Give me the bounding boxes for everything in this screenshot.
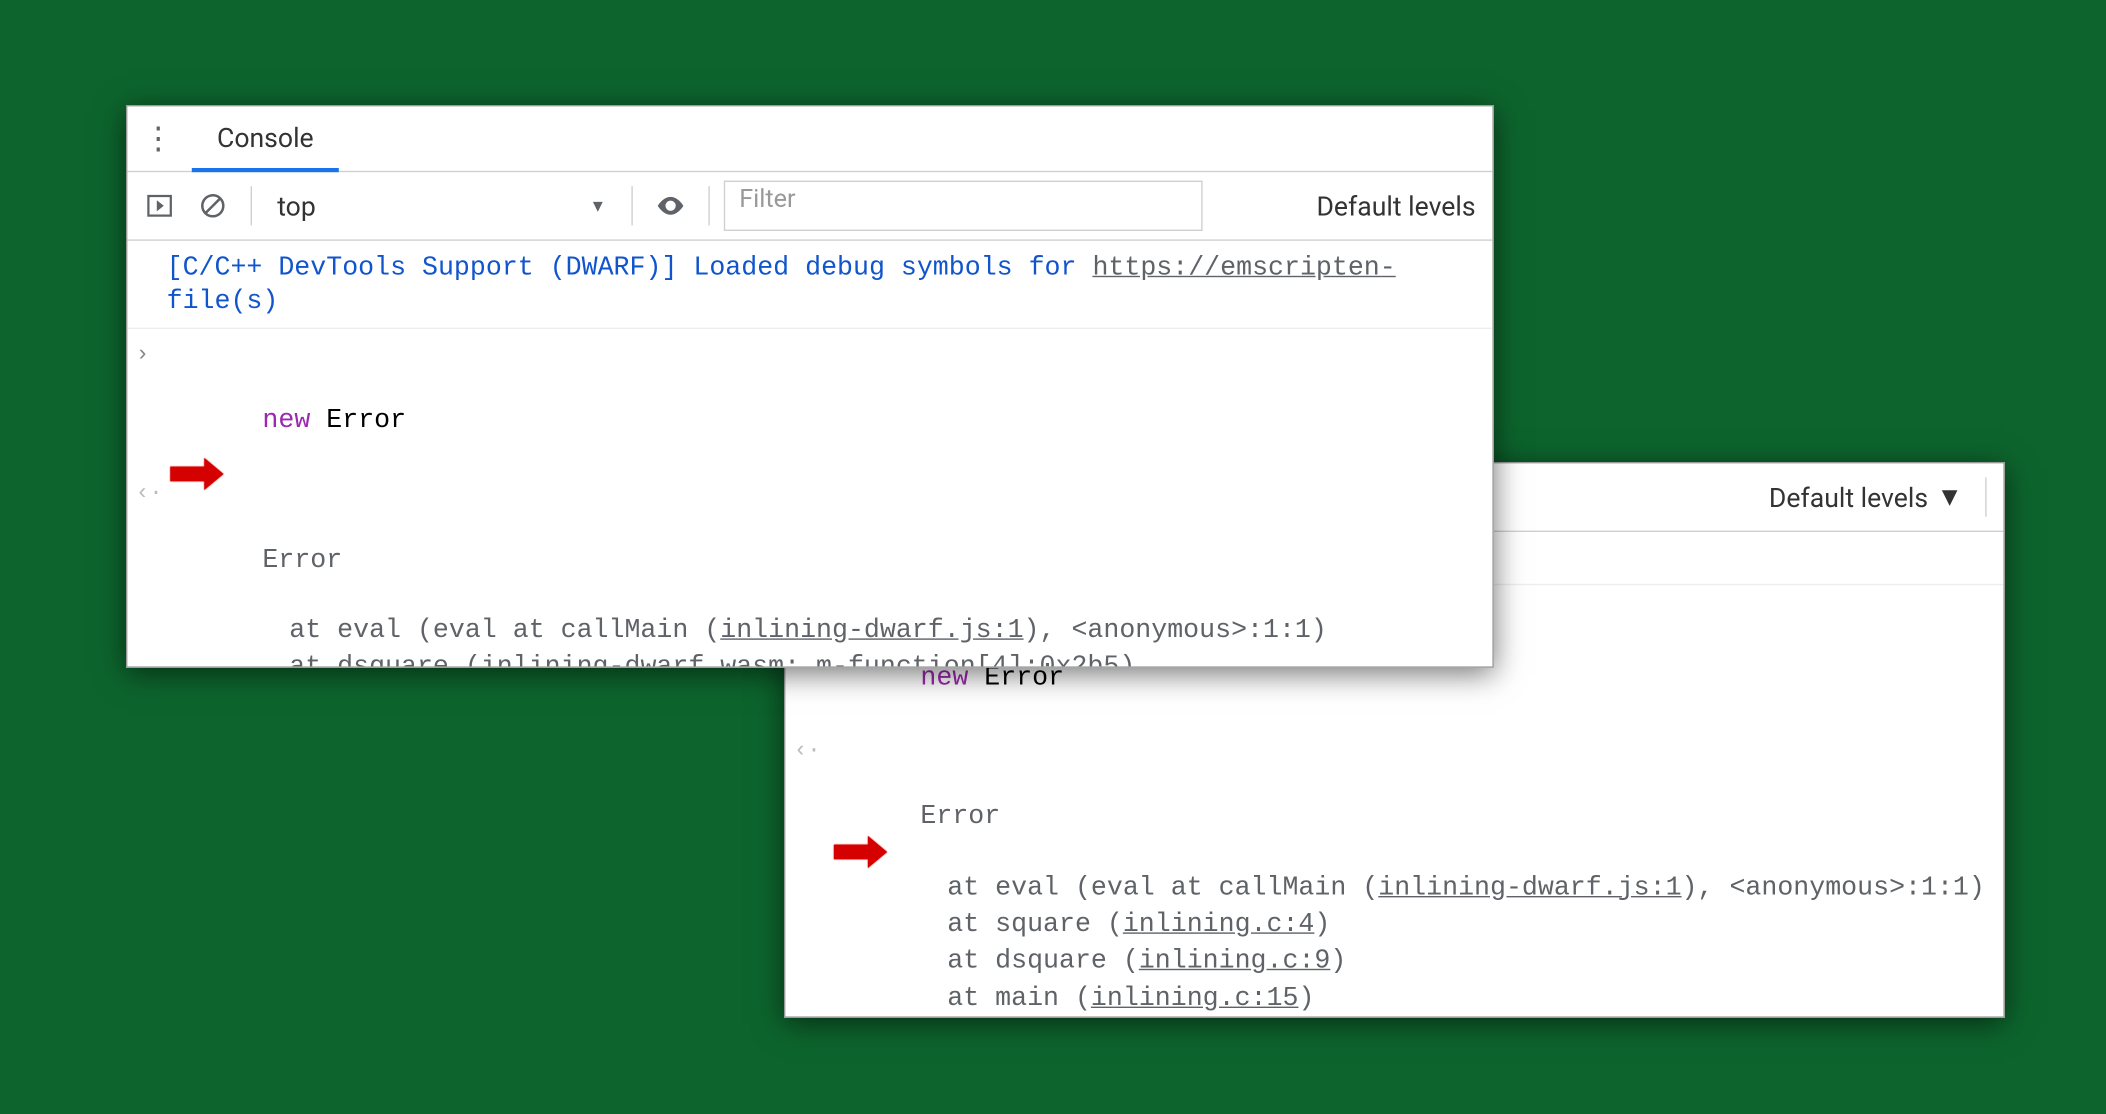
stack-frame-text: at square (	[883, 909, 1122, 940]
toggle-sidebar-button[interactable]	[136, 182, 184, 230]
stack-frame: at dsquare (inlining.c:9)	[785, 943, 2003, 980]
stack-frame: at square (inlining.c:4)	[785, 906, 2003, 943]
divider	[251, 186, 252, 225]
error-object: Error	[262, 544, 342, 575]
stack-frame-text: at dsquare (	[883, 946, 1138, 977]
stack-frame-text: )	[1314, 909, 1330, 940]
stack-frame: at dsquare (inlining-dwarf.wasm:…m-funct…	[127, 649, 1492, 668]
error-object: Error	[920, 801, 1000, 832]
console-log-area: [C/C++ DevTools Support (DWARF)] Loaded …	[127, 241, 1492, 668]
divider	[1985, 477, 1986, 516]
stack-frame-link[interactable]: inlining-dwarf.js:1	[1378, 872, 1681, 903]
stack-frame-text: at dsquare (	[225, 652, 480, 668]
divider	[631, 186, 632, 225]
stack-frame-text: ), <anonymous>:1:1)	[1024, 615, 1327, 646]
context-label: top	[277, 190, 316, 222]
stack-frame: at main (inlining.c:15)	[785, 980, 2003, 1017]
filter-input[interactable]: Filter	[724, 181, 1203, 231]
stack-frame-text: at main (	[883, 982, 1091, 1013]
stack-frame-link[interactable]: inlining.c:9	[1139, 946, 1331, 977]
callout-arrow-icon: ➡	[168, 461, 224, 486]
info-link[interactable]: https://emscripten-	[1092, 252, 1395, 283]
log-levels-label: Default levels	[1316, 190, 1475, 222]
new-keyword: new	[262, 405, 310, 436]
log-levels-label: Default levels	[1769, 481, 1928, 513]
log-levels-select[interactable]: Default levels ▼	[1769, 480, 1963, 514]
stack-frame-link[interactable]: inlining.c:4	[1123, 909, 1315, 940]
console-input-row[interactable]: › new Error	[127, 334, 1492, 473]
clear-console-button[interactable]	[189, 182, 237, 230]
stack-frame-text: at eval (eval at callMain (	[883, 872, 1378, 903]
info-prefix: [C/C++ DevTools Support (DWARF)]	[167, 252, 678, 283]
stack-trace: at eval (eval at callMain (inlining-dwar…	[127, 612, 1492, 668]
live-expression-button[interactable]	[647, 182, 695, 230]
stack-frame-text: ), <anonymous>:1:1)	[1682, 872, 1985, 903]
chevron-down-icon: ▼	[590, 196, 607, 216]
stack-frame-text: )	[1119, 652, 1135, 668]
stack-frame-link[interactable]: inlining-dwarf.js:1	[720, 615, 1023, 646]
console-toolbar: top ▼ Filter Default levels	[127, 172, 1492, 241]
input-chevron-icon: ›	[136, 340, 149, 369]
output-chevron-icon: ‹·	[794, 736, 821, 765]
info-message: [C/C++ DevTools Support (DWARF)] Loaded …	[127, 249, 1492, 328]
info-suffix: file(s)	[167, 286, 279, 317]
divider	[708, 186, 709, 225]
stack-frame-link[interactable]: inlining.c:15	[1091, 982, 1299, 1013]
stack-frame-link[interactable]: inlining-dwarf.wasm:…m-function[4]:0x2b5	[481, 652, 1120, 668]
callout-arrow-icon: ➡	[831, 839, 887, 864]
stack-frame-text: at eval (eval at callMain (	[225, 615, 720, 646]
kebab-menu-icon[interactable]: ⋮	[139, 121, 178, 156]
stack-trace: at eval (eval at callMain (inlining-dwar…	[785, 869, 2003, 1018]
stack-frame-text: )	[1298, 982, 1314, 1013]
log-levels-select[interactable]: Default levels	[1316, 190, 1475, 222]
error-word: Error	[326, 405, 406, 436]
stack-frame-text: )	[1330, 946, 1346, 977]
tab-bar: ⋮ Console	[127, 106, 1492, 172]
output-chevron-icon: ‹·	[136, 479, 163, 508]
stack-frame: at eval (eval at callMain (inlining-dwar…	[785, 869, 2003, 906]
tab-console[interactable]: Console	[192, 105, 339, 172]
context-select[interactable]: top ▼	[266, 184, 617, 227]
stack-frame: at inlining-dwarf.js:1454	[785, 1016, 2003, 1017]
info-mid: Loaded debug symbols for	[677, 252, 1092, 283]
stack-frame: at eval (eval at callMain (inlining-dwar…	[127, 612, 1492, 649]
console-output-row[interactable]: ‹· Error	[127, 473, 1492, 612]
devtools-panel-front: ⋮ Console top ▼ Filter Default levels [C…	[126, 105, 1494, 668]
console-output-row[interactable]: ‹· Error	[785, 730, 2003, 869]
chevron-down-icon: ▼	[1936, 480, 1962, 514]
